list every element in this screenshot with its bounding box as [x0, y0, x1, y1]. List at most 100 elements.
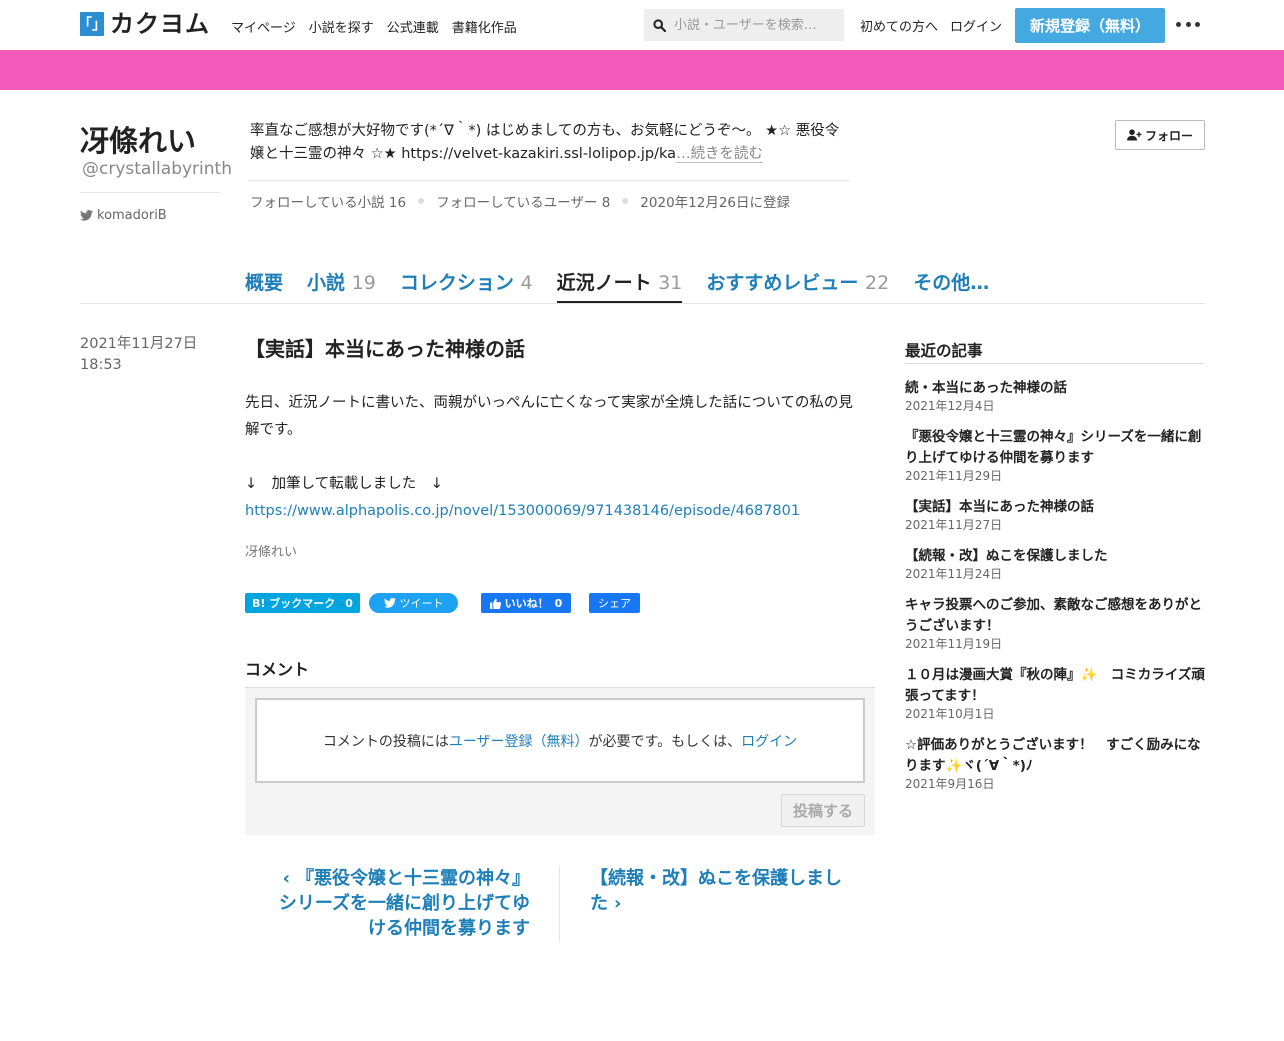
logo-text: カクヨム — [110, 10, 210, 38]
article-author: 冴條れい — [245, 545, 298, 560]
search-icon[interactable] — [644, 18, 674, 32]
comment-login-link[interactable]: ログイン — [741, 731, 797, 751]
item-date: 2021年11月24日 — [905, 567, 1003, 581]
item-title: 『悪役令嬢と十三霊の神々』シリーズを一緒に創り上げてゆける仲間を募ります — [905, 429, 1202, 466]
comment-box: コメントの投稿には ユーザー登録（無料） が必要です。もしくは、 ログイン 投稿する — [245, 687, 875, 835]
tab-recommended-reviews[interactable]: おすすめレビュー 22 — [706, 268, 889, 304]
profile-name: 冴條れい — [80, 124, 197, 158]
tab-label: おすすめレビュー — [706, 272, 859, 294]
recent-articles-title: 最近の記事 — [905, 342, 983, 360]
article-pager: ‹ 『悪役令嬢と十三霊の神々』シリーズを一緒に創り上げてゆける仲間を募ります 【続… — [245, 866, 875, 942]
login-link[interactable]: ログイン — [950, 16, 1002, 35]
hatena-bookmark-button[interactable]: B! ブックマーク 0 — [245, 593, 360, 613]
pink-banner — [0, 50, 1284, 90]
article-spacer — [245, 444, 855, 471]
facebook-like-button[interactable]: いいね！ 0 — [481, 593, 571, 613]
profile-stats: フォローしている小説 16 フォローしているユーザー 8 2020年12月26日… — [250, 191, 790, 211]
tab-novels[interactable]: 小説 19 — [307, 268, 376, 304]
item-title: 【実話】本当にあった神様の話 — [905, 499, 1094, 515]
nav-mypage[interactable]: マイページ — [231, 17, 296, 36]
twitter-handle: komadoriB — [97, 208, 167, 223]
main-nav: マイページ 小説を探す 公式連載 書籍化作品 — [231, 17, 517, 36]
chevron-right-icon: › — [614, 893, 622, 914]
sidebar-divider — [905, 363, 1204, 364]
twitter-bird-icon — [383, 598, 396, 608]
logo-mark: 「」 — [78, 12, 106, 36]
item-title: 【続報・改】ぬこを保護しました — [905, 548, 1108, 564]
tweet-button[interactable]: ツイート — [369, 593, 458, 613]
profile-handle: @crystallabyrinth — [82, 159, 232, 179]
item-title: ☆評価ありがとうございます！ すごく励みになります✨ヾ(´∀｀*)ﾉ — [905, 737, 1201, 774]
item-title: キャラ投票へのご参加、素敵なご感想をありがとうございます！ — [905, 597, 1202, 634]
separator-dot — [622, 198, 629, 204]
item-date: 2021年11月29日 — [905, 469, 1003, 483]
article-body: 先日、近況ノートに書いた、両親がいっぺんに亡くなって実家が全焼した話についての私… — [245, 390, 855, 525]
list-item[interactable]: 続・本当にあった神様の話 2021年12月4日 — [905, 378, 1205, 414]
article-date-day: 2021年11月27日 — [80, 336, 198, 352]
prev-article-link[interactable]: ‹ 『悪役令嬢と十三霊の神々』シリーズを一緒に創り上げてゆける仲間を募ります — [265, 866, 530, 941]
list-item[interactable]: ☆評価ありがとうございます！ すごく励みになります✨ヾ(´∀｀*)ﾉ 2021年9… — [905, 735, 1205, 792]
search-box — [644, 9, 844, 41]
tab-recent-notes[interactable]: 近況ノート 31 — [556, 268, 683, 304]
hatena-label: B! ブックマーク — [252, 597, 336, 610]
prompt-text: が必要です。もしくは、 — [588, 733, 742, 750]
follow-label: フォロー — [1144, 128, 1193, 143]
user-signup-link[interactable]: ユーザー登録（無料） — [449, 731, 589, 751]
follow-button[interactable]: フォロー — [1115, 120, 1205, 150]
chevron-left-icon: ‹ — [282, 868, 290, 889]
tabs-divider — [80, 303, 1205, 304]
registered-date: 2020年12月26日に登録 — [640, 195, 791, 211]
tab-label: コレクション — [399, 272, 514, 294]
read-more-link[interactable]: …続きを読む — [676, 146, 764, 163]
nav-official-serials[interactable]: 公式連載 — [387, 17, 439, 36]
stats-divider — [248, 180, 850, 181]
following-users-link[interactable]: フォローしているユーザー 8 — [436, 191, 610, 211]
tab-collections[interactable]: コレクション 4 — [400, 268, 533, 304]
article-date: 2021年11月27日 18:53 — [80, 334, 197, 376]
tab-count: 31 — [658, 272, 683, 294]
prev-article-title: 『悪役令嬢と十三霊の神々』シリーズを一緒に創り上げてゆける仲間を募ります — [278, 868, 530, 939]
prompt-text: コメントの投稿には — [322, 733, 449, 750]
tab-overview[interactable]: 概要 — [245, 268, 283, 304]
article-link[interactable]: https://www.alphapolis.co.jp/novel/15300… — [245, 503, 800, 519]
more-menu-icon[interactable] — [1176, 14, 1200, 34]
list-item[interactable]: 【実話】本当にあった神様の話 2021年11月27日 — [905, 497, 1205, 533]
next-article-title: 【続報・改】ぬこを保護しました — [590, 868, 842, 914]
list-item[interactable]: 【続報・改】ぬこを保護しました 2021年11月24日 — [905, 546, 1205, 582]
following-novels-link[interactable]: フォローしている小説 16 — [250, 191, 406, 211]
like-count: 0 — [554, 596, 563, 610]
separator-dot — [418, 198, 425, 204]
item-title: 続・本当にあった神様の話 — [905, 380, 1067, 396]
next-article-link[interactable]: 【続報・改】ぬこを保護しました › — [590, 866, 850, 916]
article-paragraph: 先日、近況ノートに書いた、両親がいっぺんに亡くなって実家が全焼した話についての私… — [245, 395, 853, 438]
first-time-link[interactable]: 初めての方へ — [860, 16, 938, 35]
list-item[interactable]: 『悪役令嬢と十三霊の神々』シリーズを一緒に創り上げてゆける仲間を募ります 2021… — [905, 427, 1205, 484]
tab-count: 19 — [351, 272, 376, 294]
profile-divider — [80, 192, 220, 193]
list-item[interactable]: キャラ投票へのご参加、素敵なご感想をありがとうございます！ 2021年11月19日 — [905, 595, 1205, 652]
nav-published-works[interactable]: 書籍化作品 — [452, 17, 517, 36]
tab-label: 小説 — [307, 272, 346, 294]
twitter-link[interactable]: komadoriB — [80, 208, 167, 223]
facebook-share-button[interactable]: シェア — [589, 593, 640, 613]
signup-button[interactable]: 新規登録（無料） — [1015, 8, 1165, 43]
twitter-icon — [80, 210, 93, 221]
list-item[interactable]: １０月は漫画大賞『秋の陣』✨ コミカライズ頑張ってます！ 2021年10月1日 — [905, 665, 1205, 722]
tab-count: 4 — [520, 272, 533, 294]
item-title: １０月は漫画大賞『秋の陣』✨ コミカライズ頑張ってます！ — [905, 667, 1205, 704]
item-date: 2021年9月16日 — [905, 777, 995, 791]
recent-articles-list: 続・本当にあった神様の話 2021年12月4日 『悪役令嬢と十三霊の神々』シリーズ… — [905, 378, 1205, 805]
tab-label: 近況ノート — [556, 272, 652, 294]
item-date: 2021年11月27日 — [905, 518, 1003, 532]
profile-tabs: 概要 小説 19 コレクション 4 近況ノート 31 おすすめレビュー 22 そ… — [245, 268, 1013, 304]
post-comment-button[interactable]: 投稿する — [781, 794, 865, 827]
pager-divider — [559, 866, 560, 942]
search-input[interactable] — [674, 17, 834, 33]
tweet-label: ツイート — [399, 597, 444, 610]
site-logo[interactable]: 「」 カクヨム — [78, 10, 210, 38]
tab-label: 概要 — [245, 272, 284, 294]
tab-more[interactable]: その他… — [913, 268, 989, 304]
item-date: 2021年12月4日 — [905, 399, 995, 413]
nav-find-novels[interactable]: 小説を探す — [309, 17, 374, 36]
item-date: 2021年11月19日 — [905, 637, 1003, 651]
